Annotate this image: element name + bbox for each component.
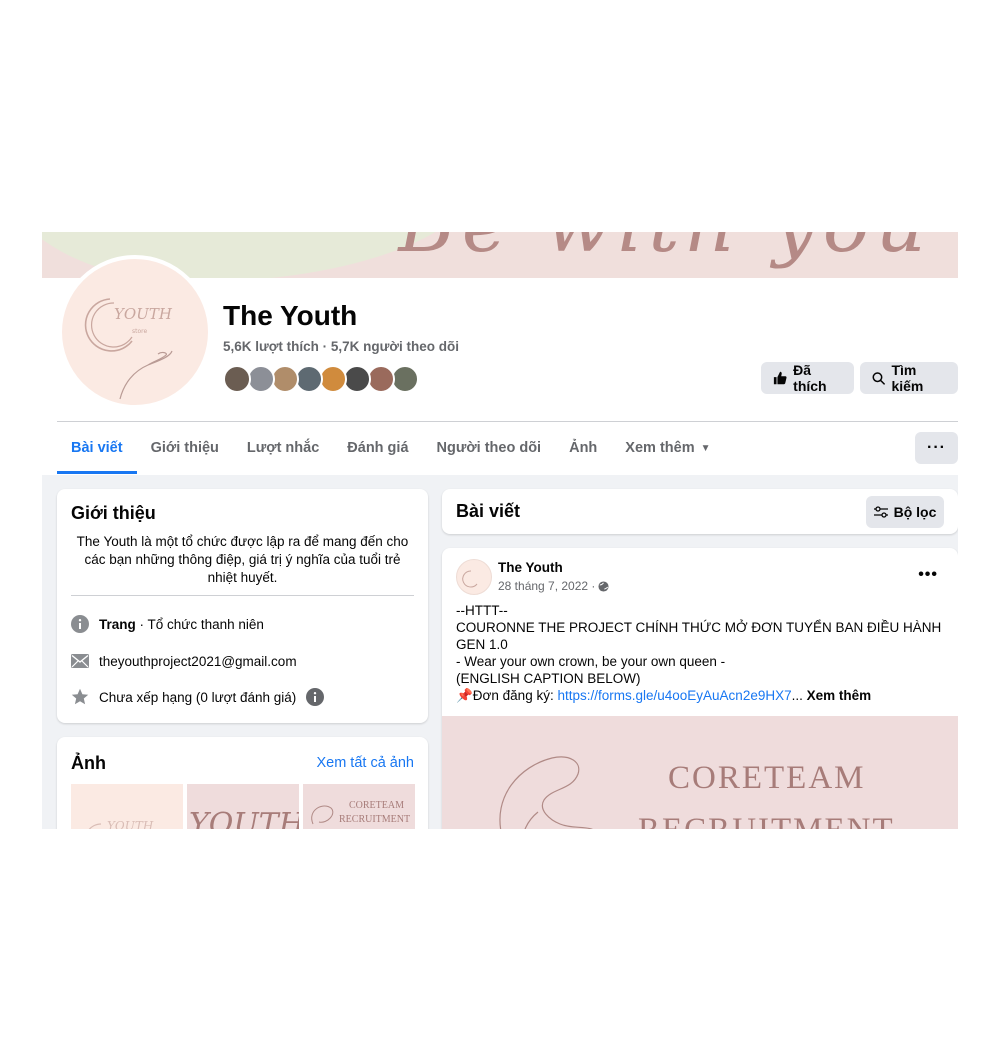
intro-card: Giới thiệu The Youth là một tổ chức được… bbox=[57, 489, 428, 723]
rating-info-icon[interactable] bbox=[306, 688, 325, 706]
svg-text:YOUTH: YOUTH bbox=[107, 819, 154, 829]
star-icon bbox=[71, 688, 89, 706]
search-label: Tìm kiếm bbox=[891, 362, 924, 394]
post-line: (ENGLISH CAPTION BELOW) bbox=[456, 671, 641, 686]
follower-avatar[interactable] bbox=[271, 365, 299, 393]
post-line: --HTTT-- bbox=[456, 603, 508, 618]
follower-avatar[interactable] bbox=[319, 365, 347, 393]
tab-reviews[interactable]: Đánh giá bbox=[333, 422, 422, 474]
svg-text:YOUTH: YOUTH bbox=[189, 807, 299, 829]
page-title: The Youth bbox=[223, 300, 358, 331]
logo-text: YOUTH bbox=[114, 305, 173, 323]
svg-text:RECRUITMENT: RECRUITMENT bbox=[339, 814, 410, 825]
category-row: Trang · Tổ chức thanh niên bbox=[71, 615, 264, 633]
posts-title: Bài viết bbox=[456, 501, 521, 521]
intro-divider bbox=[71, 595, 414, 596]
thumbs-up-icon bbox=[773, 371, 787, 385]
filter-label: Bộ lọc bbox=[893, 504, 937, 520]
page-tabs: Bài viết Giới thiệu Lượt nhắc Đánh giá N… bbox=[57, 422, 725, 474]
tab-label: Giới thiệu bbox=[150, 440, 219, 456]
form-link[interactable]: https://forms.gle/u4ooEyAuAcn2e9HX7 bbox=[557, 688, 791, 703]
filter-button[interactable]: Bộ lọc bbox=[866, 496, 944, 528]
post-menu-button[interactable]: ••• bbox=[918, 566, 938, 584]
photos-title: Ảnh bbox=[71, 753, 106, 773]
tab-followers[interactable]: Người theo dõi bbox=[423, 422, 556, 474]
tab-more[interactable]: Xem thêm ▼ bbox=[611, 422, 724, 474]
tab-label: Bài viết bbox=[71, 440, 123, 456]
follower-avatar[interactable] bbox=[391, 365, 419, 393]
post-date-text[interactable]: 28 tháng 7, 2022 · bbox=[498, 579, 595, 593]
caret-down-icon: ▼ bbox=[700, 442, 711, 454]
follower-avatar[interactable] bbox=[223, 365, 251, 393]
search-button[interactable]: Tìm kiếm bbox=[860, 362, 958, 394]
post-date: 28 tháng 7, 2022 · bbox=[498, 579, 609, 593]
posts-header-card: Bài viết Bộ lọc bbox=[442, 489, 958, 534]
photos-card: Ảnh Xem tất cả ảnh YOUTH YOUTH CORETEAM R… bbox=[57, 737, 428, 829]
facebook-page-window: Be with you YOUTH store The Youth 5,6K l… bbox=[42, 232, 958, 829]
tab-label: Người theo dõi bbox=[436, 440, 542, 456]
youth-logo-icon: YOUTH store bbox=[84, 298, 173, 400]
logo-subtext: store bbox=[132, 328, 147, 335]
more-options-button[interactable]: ··· bbox=[915, 432, 958, 464]
rating-row: Chưa xếp hạng (0 lượt đánh giá) bbox=[71, 688, 325, 706]
form-prefix: 📌Đơn đăng ký: bbox=[456, 688, 558, 703]
tab-label: Lượt nhắc bbox=[246, 440, 320, 456]
rating-value: Chưa xếp hạng (0 lượt đánh giá) bbox=[99, 689, 297, 705]
follower-avatar[interactable] bbox=[343, 365, 371, 393]
tab-label: Đánh giá bbox=[347, 440, 409, 456]
page-avatar[interactable]: YOUTH store bbox=[58, 255, 212, 409]
filter-sliders-icon bbox=[873, 506, 888, 518]
image-title-line-1: CORETEAM bbox=[668, 760, 866, 796]
tab-photos[interactable]: Ảnh bbox=[555, 422, 611, 474]
svg-text:CORETEAM: CORETEAM bbox=[349, 800, 404, 811]
tab-posts[interactable]: Bài viết bbox=[57, 422, 137, 474]
ellipsis: ... bbox=[791, 688, 807, 703]
follower-avatar[interactable] bbox=[367, 365, 395, 393]
info-icon bbox=[71, 615, 89, 633]
tab-about[interactable]: Giới thiệu bbox=[137, 422, 233, 474]
photo-thumb[interactable]: YOUTH bbox=[187, 784, 299, 829]
cover-script-text: Be with you bbox=[398, 232, 932, 270]
post-card: The Youth 28 tháng 7, 2022 · ••• --HTTT-… bbox=[442, 548, 958, 829]
tab-label: Ảnh bbox=[569, 440, 598, 456]
post-line: - Wear your own crown, be your own queen… bbox=[456, 654, 726, 669]
follower-avatar[interactable] bbox=[247, 365, 275, 393]
email-row: theyouthproject2021@gmail.com bbox=[71, 652, 297, 670]
post-line: COURONNE THE PROJECT CHÍNH THỨC MỞ ĐƠN T… bbox=[456, 620, 942, 652]
post-author-name[interactable]: The Youth bbox=[498, 560, 563, 575]
email-value[interactable]: theyouthproject2021@gmail.com bbox=[99, 654, 297, 669]
photo-thumb[interactable]: YOUTH bbox=[71, 784, 183, 829]
globe-icon bbox=[598, 580, 609, 592]
page-stats: 5,6K lượt thích · 5,7K người theo dõi bbox=[223, 339, 459, 354]
tab-label: Xem thêm bbox=[625, 440, 695, 456]
follower-avatar[interactable] bbox=[295, 365, 323, 393]
youth-logo-icon bbox=[462, 570, 478, 588]
post-line: 📌Đơn đăng ký: https://forms.gle/u4ooEyAu… bbox=[456, 687, 948, 704]
liked-label: Đã thích bbox=[793, 362, 827, 394]
post-text: --HTTT-- COURONNE THE PROJECT CHÍNH THỨC… bbox=[456, 602, 948, 704]
intro-title: Giới thiệu bbox=[71, 503, 156, 523]
stats-separator: · bbox=[318, 339, 331, 354]
page-content: Giới thiệu The Youth là một tổ chức được… bbox=[42, 475, 958, 829]
category-value: · Tổ chức thanh niên bbox=[135, 616, 264, 632]
envelope-icon bbox=[71, 652, 89, 670]
category-label[interactable]: Trang bbox=[99, 617, 136, 632]
post-image[interactable]: CORETEAM RECRUITMENT bbox=[442, 716, 958, 829]
liked-button[interactable]: Đã thích bbox=[761, 362, 854, 394]
intro-bio: The Youth là một tổ chức được lập ra để … bbox=[76, 534, 409, 585]
likes-count[interactable]: 5,6K lượt thích bbox=[223, 339, 319, 354]
image-title-line-2: RECRUITMENT bbox=[638, 812, 895, 829]
search-icon bbox=[872, 371, 886, 385]
see-more-link[interactable]: Xem thêm bbox=[807, 688, 872, 703]
followers-count[interactable]: 5,7K người theo dõi bbox=[331, 339, 459, 354]
tab-mentions[interactable]: Lượt nhắc bbox=[233, 422, 333, 474]
photo-thumb[interactable]: CORETEAM RECRUITMENT bbox=[303, 784, 415, 829]
post-author-avatar[interactable] bbox=[456, 559, 492, 595]
see-all-photos-link[interactable]: Xem tất cả ảnh bbox=[316, 755, 414, 771]
